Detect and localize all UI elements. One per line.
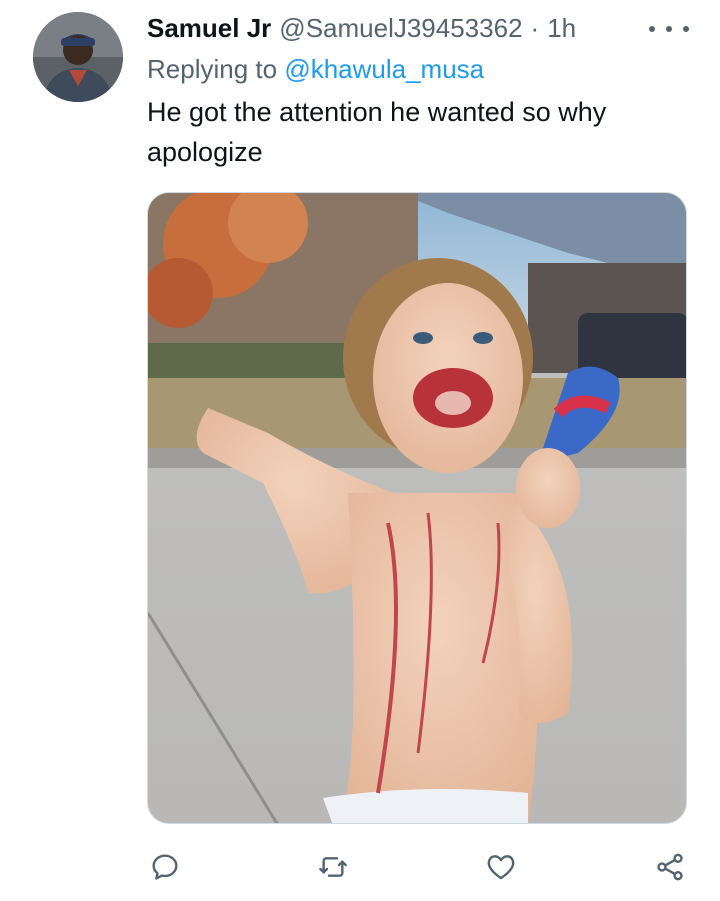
replying-to-label: Replying to (147, 54, 278, 84)
tweet[interactable]: Samuel Jr @SamuelJ39453362 · 1h Replying… (0, 0, 720, 901)
tweet-text: He got the attention he wanted so why ap… (147, 97, 607, 167)
replying-to: Replying to @khawula_musa (147, 54, 484, 85)
share-button[interactable] (648, 845, 692, 889)
heart-icon (487, 855, 515, 880)
like-button[interactable] (479, 845, 523, 889)
author-name[interactable]: Samuel Jr (147, 13, 271, 44)
tweet-timestamp[interactable]: 1h (547, 13, 576, 44)
photo-image (148, 193, 686, 823)
reply-button[interactable] (143, 845, 187, 889)
retweet-button[interactable] (311, 845, 355, 889)
separator-dot: · (530, 12, 540, 43)
tweet-photo[interactable] (147, 192, 687, 824)
retweet-icon (319, 857, 347, 877)
more-horizontal-icon (649, 26, 655, 32)
reply-icon (152, 854, 178, 880)
more-options-button[interactable] (649, 14, 689, 44)
author-handle[interactable]: @SamuelJ39453362 (279, 13, 522, 44)
tweet-header: Samuel Jr @SamuelJ39453362 · 1h (147, 10, 576, 46)
replying-to-mention[interactable]: @khawula_musa (284, 54, 484, 84)
avatar[interactable] (33, 12, 123, 102)
more-horizontal-icon (683, 26, 689, 32)
avatar-image (33, 12, 123, 102)
share-icon (657, 853, 683, 881)
tweet-actions (0, 845, 720, 889)
more-horizontal-icon (666, 26, 672, 32)
